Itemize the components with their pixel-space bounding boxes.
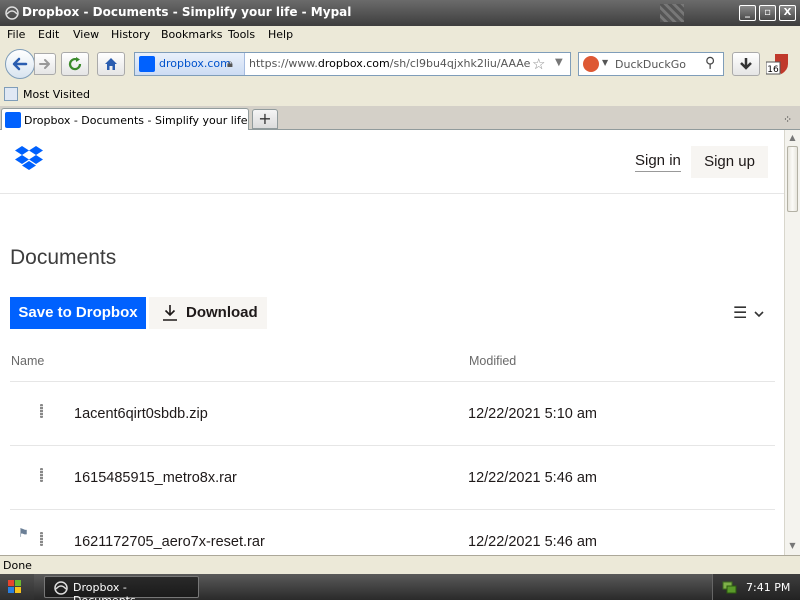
url-bar[interactable]: dropbox.com 🔒︎ https://www.dropbox.com/s… <box>134 52 571 76</box>
menu-bar: File Edit View History Bookmarks Tools H… <box>0 26 800 44</box>
file-modified: 12/22/2021 5:10 am <box>468 406 597 422</box>
sign-in-link[interactable]: Sign in <box>635 152 681 172</box>
file-row[interactable]: ⚑ 1621172705_aero7x-reset.rar 12/22/2021… <box>10 509 775 555</box>
file-name[interactable]: 1621172705_aero7x-reset.rar <box>74 534 265 550</box>
tab-list-icon[interactable]: ⁘ <box>783 113 792 126</box>
download-arrow-icon <box>740 58 752 70</box>
status-text: Done <box>3 559 32 572</box>
zip-file-icon <box>40 404 43 418</box>
search-icon[interactable]: ⚲ <box>705 55 715 71</box>
menu-view[interactable]: View <box>73 28 99 41</box>
taskbar-window-button[interactable]: Dropbox - Documents... <box>44 576 199 600</box>
maximize-button[interactable]: ▫ <box>759 5 776 21</box>
menu-help[interactable]: Help <box>268 28 293 41</box>
bookmark-star-icon[interactable]: ☆ <box>532 55 545 73</box>
addon-shield-icon: 16 <box>766 54 788 75</box>
file-name[interactable]: 1615485915_metro8x.rar <box>74 470 237 486</box>
chevron-down-icon <box>754 310 765 317</box>
tab-label: Dropbox - Documents - Simplify your life <box>24 114 248 127</box>
site-domain: dropbox.com <box>159 57 231 70</box>
reload-button[interactable] <box>61 52 89 76</box>
window-titlebar[interactable]: Dropbox - Documents - Simplify your life… <box>0 0 800 26</box>
url-path: /sh/cl9bu4qjxhk2liu/AAAem5vN <box>389 57 531 70</box>
zip-file-icon <box>40 468 43 482</box>
mypal-app-icon <box>54 581 68 595</box>
page-header: Sign in Sign up <box>0 130 784 194</box>
file-row[interactable]: 1acent6qirt0sbdb.zip 12/22/2021 5:10 am <box>10 381 775 445</box>
new-tab-button[interactable]: + <box>252 109 278 129</box>
forward-button[interactable] <box>34 53 56 75</box>
menu-history[interactable]: History <box>111 28 150 41</box>
close-button[interactable]: X <box>779 5 796 21</box>
flag-icon[interactable]: ⚑ <box>18 526 29 540</box>
window-title: Dropbox - Documents - Simplify your life… <box>22 5 352 19</box>
list-view-icon: ☰ <box>733 303 748 322</box>
menu-bookmarks[interactable]: Bookmarks <box>161 28 222 41</box>
start-button[interactable] <box>0 574 34 600</box>
back-button[interactable] <box>5 49 35 79</box>
dropbox-logo-icon[interactable] <box>15 146 43 172</box>
home-icon <box>105 58 117 70</box>
network-tray-icon[interactable] <box>721 579 737 595</box>
reload-icon <box>68 57 82 71</box>
taskbar-window-label: Dropbox - Documents... <box>73 581 146 600</box>
download-label: Download <box>186 304 258 321</box>
site-identity-box[interactable]: dropbox.com 🔒︎ <box>135 53 245 75</box>
minimize-button[interactable]: _ <box>739 5 756 21</box>
column-header-name[interactable]: Name <box>11 354 44 368</box>
download-button[interactable]: Download <box>149 297 267 329</box>
scroll-down-arrow-icon[interactable]: ▼ <box>785 538 800 553</box>
save-to-dropbox-button[interactable]: Save to Dropbox <box>10 297 146 329</box>
engine-dropdown-icon[interactable]: ▼ <box>602 58 608 67</box>
search-bar[interactable]: ▼ DuckDuckGo ⚲ <box>578 52 724 76</box>
most-visited-folder-icon[interactable] <box>4 87 18 101</box>
file-modified: 12/22/2021 5:46 am <box>468 534 597 550</box>
home-button[interactable] <box>97 52 125 76</box>
scrollbar-thumb[interactable] <box>787 146 798 212</box>
menu-edit[interactable]: Edit <box>38 28 59 41</box>
page-content: Sign in Sign up Documents Save to Dropbo… <box>0 130 784 555</box>
menu-tools[interactable]: Tools <box>228 28 255 41</box>
url-text[interactable]: https://www.dropbox.com/sh/cl9bu4qjxhk2l… <box>249 57 531 70</box>
forward-arrow-icon <box>39 59 50 69</box>
windows-logo-icon <box>8 580 21 593</box>
scroll-up-arrow-icon[interactable]: ▲ <box>785 130 800 145</box>
url-history-dropdown-icon[interactable]: ▼ <box>555 57 563 68</box>
lock-icon: 🔒︎ <box>227 57 233 70</box>
sign-up-button[interactable]: Sign up <box>691 146 768 178</box>
file-modified: 12/22/2021 5:46 am <box>468 470 597 486</box>
menu-file[interactable]: File <box>7 28 25 41</box>
dropbox-favicon-icon <box>5 112 21 128</box>
file-row[interactable]: 1615485915_metro8x.rar 12/22/2021 5:46 a… <box>10 445 775 509</box>
duckduckgo-icon[interactable] <box>583 56 599 72</box>
tab-dropbox-documents[interactable]: Dropbox - Documents - Simplify your life <box>1 108 249 131</box>
system-clock[interactable]: 7:41 PM <box>746 581 790 594</box>
navigation-toolbar: dropbox.com 🔒︎ https://www.dropbox.com/s… <box>0 44 800 84</box>
zip-file-icon <box>40 532 43 546</box>
url-host: dropbox.com <box>317 57 390 70</box>
system-tray: 7:41 PM <box>712 574 800 600</box>
bookmarks-toolbar: Most Visited <box>0 84 800 106</box>
download-icon <box>163 305 177 321</box>
status-bar: Done <box>0 555 800 574</box>
addon-badge-count: 16 <box>767 65 779 75</box>
mypal-app-icon <box>5 6 19 20</box>
search-engine-placeholder: DuckDuckGo <box>615 58 686 71</box>
page-title: Documents <box>10 246 117 269</box>
file-name[interactable]: 1acent6qirt0sbdb.zip <box>74 406 208 422</box>
vertical-scrollbar[interactable]: ▲ ▼ <box>784 130 800 555</box>
titlebar-decoration <box>660 4 684 22</box>
back-arrow-icon <box>12 57 28 71</box>
view-options-button[interactable]: ☰ <box>733 303 765 322</box>
url-prefix: https://www. <box>249 57 318 70</box>
downloads-button[interactable] <box>732 52 760 76</box>
os-taskbar: Dropbox - Documents... 7:41 PM <box>0 574 800 600</box>
tab-strip: Dropbox - Documents - Simplify your life… <box>0 106 800 131</box>
most-visited-bookmark[interactable]: Most Visited <box>23 88 90 101</box>
addon-button[interactable]: 16 <box>766 52 792 76</box>
column-header-modified[interactable]: Modified <box>469 354 516 368</box>
dropbox-favicon-icon <box>139 56 155 72</box>
